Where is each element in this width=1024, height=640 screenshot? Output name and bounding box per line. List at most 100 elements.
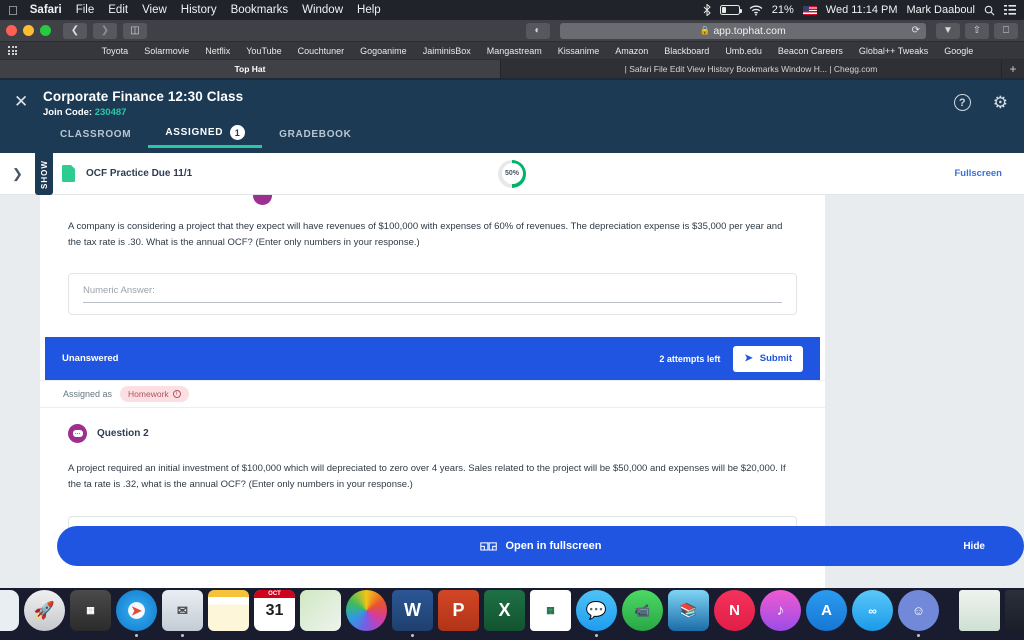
reader-view-icon[interactable]: ◐ <box>525 22 550 39</box>
close-window-button[interactable] <box>6 25 17 36</box>
tab-gradebook[interactable]: GRADEBOOK <box>262 129 368 148</box>
tab-assigned[interactable]: ASSIGNED 1 <box>148 125 263 148</box>
apple-menu-icon[interactable]:  <box>8 4 18 17</box>
bookmark-jaiminisbox[interactable]: JaiminisBox <box>423 46 471 56</box>
browser-tab-tophat[interactable]: Top Hat <box>0 60 501 78</box>
clock-datetime[interactable]: Wed 11:14 PM <box>826 4 898 16</box>
dock-minimized-excel-window[interactable] <box>959 590 1000 637</box>
mail-icon: ✉ <box>162 590 203 631</box>
bookmark-beacon-careers[interactable]: Beacon Careers <box>778 46 843 56</box>
bluetooth-icon[interactable] <box>703 4 711 16</box>
menu-item-window[interactable]: Window <box>302 4 343 16</box>
dock-item-safari[interactable]: ➤ <box>116 590 157 637</box>
battery-icon[interactable] <box>719 5 742 15</box>
tab-overview-icon[interactable]: ⎕ <box>994 22 1018 39</box>
search-icon[interactable] <box>984 5 995 16</box>
help-icon[interactable]: ? <box>953 94 971 111</box>
dock-item-finder[interactable] <box>0 590 19 637</box>
info-icon[interactable]: i <box>172 390 181 399</box>
assignment-title: OCF Practice Due 11/1 <box>86 168 193 179</box>
bookmark-couchtuner[interactable]: Couchtuner <box>298 46 345 56</box>
chevron-right-icon[interactable]: ❯ <box>12 166 23 182</box>
gear-icon[interactable]: ⚙ <box>993 94 1008 111</box>
bookmark-youtube[interactable]: YouTube <box>246 46 281 56</box>
homework-badge[interactable]: Homework i <box>120 386 189 403</box>
apps-grid-icon[interactable] <box>8 46 17 55</box>
fullscreen-bar: ◱◲ Open in fullscreen Hide <box>57 526 1024 566</box>
join-code-value: 230487 <box>94 107 127 118</box>
menu-item-history[interactable]: History <box>181 4 217 16</box>
dock-item-excel[interactable]: X <box>484 590 525 637</box>
dock-item-messages-2[interactable]: 💬 <box>576 590 617 637</box>
show-panel-toggle[interactable]: SHOW <box>35 153 53 195</box>
dock-item-notes[interactable] <box>208 590 249 637</box>
menu-item-edit[interactable]: Edit <box>108 4 128 16</box>
menu-item-view[interactable]: View <box>142 4 167 16</box>
share-icon[interactable]: ⇧ <box>965 22 989 39</box>
bookmark-gogoanime[interactable]: Gogoanime <box>360 46 407 56</box>
menu-item-bookmarks[interactable]: Bookmarks <box>231 4 289 16</box>
question1-answer-box[interactable]: Numeric Answer: <box>68 273 797 316</box>
discord-window-thumbnail <box>1005 590 1024 631</box>
bookmark-blackboard[interactable]: Blackboard <box>664 46 709 56</box>
downloads-icon[interactable]: ▼ <box>936 22 960 39</box>
reload-icon[interactable]: ⟳ <box>912 25 920 36</box>
appstore-glyph: A <box>821 602 832 619</box>
tab-classroom[interactable]: CLASSROOM <box>43 129 148 148</box>
maximize-window-button[interactable] <box>40 25 51 36</box>
control-center-icon[interactable] <box>1004 5 1016 15</box>
bookmark-netflix[interactable]: Netflix <box>205 46 230 56</box>
bookmark-google[interactable]: Google <box>944 46 973 56</box>
us-flag-icon[interactable] <box>802 5 817 15</box>
sidebar-icon[interactable]: ◫ <box>123 22 147 39</box>
question1-submit-bar: Unanswered 2 attempts left ➤ Submit <box>45 337 820 381</box>
dock-minimized-discord-window[interactable] <box>1005 590 1024 637</box>
hide-fullscreen-bar-button[interactable]: Hide <box>963 541 985 552</box>
wifi-icon[interactable] <box>749 5 763 16</box>
menu-item-safari[interactable]: Safari <box>30 4 62 16</box>
ppt-glyph: P <box>452 600 465 620</box>
open-fullscreen-button[interactable]: ◱◲ Open in fullscreen <box>57 526 1024 566</box>
back-button[interactable]: ❮ <box>63 22 87 39</box>
url-text: app.tophat.com <box>713 24 786 37</box>
dock-item-mail[interactable]: ✉ <box>162 590 203 637</box>
excel-icon: X <box>484 590 525 631</box>
dock-item-shield-app[interactable]: ∞ <box>852 590 893 637</box>
bookmark-toyota[interactable]: Toyota <box>102 46 129 56</box>
bookmark-umb-edu[interactable]: Umb.edu <box>725 46 762 56</box>
dock-item-books[interactable]: 📚 <box>668 590 709 637</box>
bookmark-amazon[interactable]: Amazon <box>615 46 648 56</box>
assignment-toolbar: ❯ SHOW OCF Practice Due 11/1 50% Fullscr… <box>0 153 1024 195</box>
minimize-window-button[interactable] <box>23 25 34 36</box>
dock-item-launchpad[interactable]: 🚀 <box>24 590 65 637</box>
browser-tab-chegg[interactable]: | Safari File Edit View History Bookmark… <box>501 60 1002 78</box>
bookmark-solarmovie[interactable]: Solarmovie <box>144 46 189 56</box>
dock-item-excel-sheet[interactable]: ▦ <box>530 590 571 637</box>
dock-item-discord[interactable]: ☺ <box>898 590 939 637</box>
dock-item-word[interactable]: W <box>392 590 433 637</box>
submit-button[interactable]: ➤ Submit <box>733 345 803 372</box>
address-bar[interactable]: 🔒 app.tophat.com ⟳ <box>559 22 926 39</box>
fullscreen-link[interactable]: Fullscreen <box>954 168 1002 179</box>
new-tab-button[interactable]: + <box>1002 60 1024 78</box>
dock-item-powerpoint[interactable]: P <box>438 590 479 637</box>
close-icon[interactable]: ✕ <box>14 93 28 110</box>
bookmark-kissanime[interactable]: Kissanime <box>558 46 600 56</box>
numeric-answer-input[interactable]: Numeric Answer: <box>83 285 782 304</box>
dock-item-news[interactable]: N <box>714 590 755 637</box>
dock-item-facetime[interactable]: 📹 <box>622 590 663 637</box>
dock-item-app-store[interactable]: A <box>806 590 847 637</box>
forward-button[interactable]: ❯ <box>93 22 117 39</box>
menu-item-help[interactable]: Help <box>357 4 381 16</box>
dock-item-photos[interactable] <box>346 590 387 637</box>
dock-item-calculator[interactable]: ▦ <box>70 590 111 637</box>
assigned-as-row: Assigned as Homework i <box>40 380 825 409</box>
menu-item-file[interactable]: File <box>76 4 95 16</box>
user-name-label[interactable]: Mark Daaboul <box>907 4 975 16</box>
dock-item-calendar[interactable]: OCT 31 <box>254 590 295 637</box>
calendar-icon: OCT 31 <box>254 590 295 631</box>
dock-item-itunes[interactable]: ♪ <box>760 590 801 637</box>
bookmark-mangastream[interactable]: Mangastream <box>487 46 542 56</box>
dock-item-maps[interactable] <box>300 590 341 637</box>
bookmark-global-tweaks[interactable]: Global++ Tweaks <box>859 46 928 56</box>
